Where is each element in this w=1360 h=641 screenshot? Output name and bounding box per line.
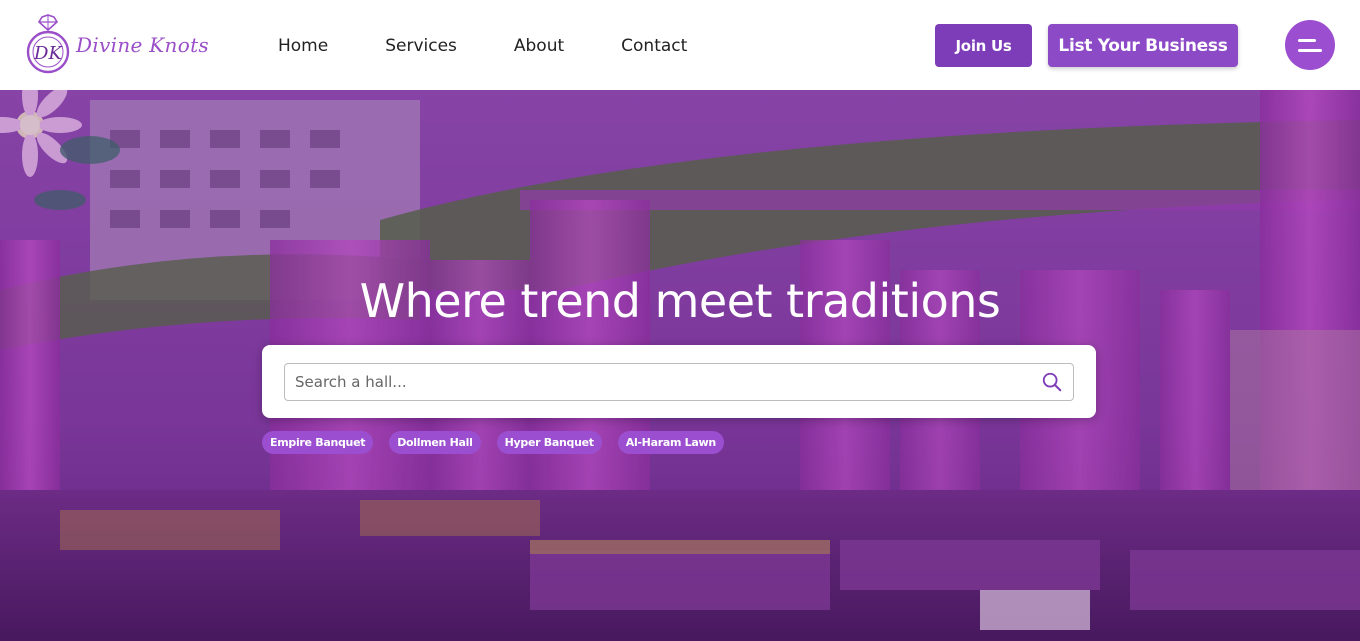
tag-empire-banquet[interactable]: Empire Banquet <box>262 431 374 454</box>
top-navbar: DK Divine Knots Home Services About Cont… <box>0 0 1360 90</box>
menu-line <box>1298 48 1322 52</box>
popular-halls-tags: Empire Banquet Dollmen Hall Hyper Banque… <box>262 431 740 454</box>
search-card <box>262 345 1096 418</box>
list-business-button[interactable]: List Your Business <box>1048 24 1238 67</box>
search-input[interactable] <box>285 364 1025 400</box>
nav-services[interactable]: Services <box>385 36 457 56</box>
search-box <box>284 363 1074 401</box>
nav-contact[interactable]: Contact <box>621 36 687 56</box>
join-us-button[interactable]: Join Us <box>935 24 1032 67</box>
nav-home[interactable]: Home <box>278 36 328 56</box>
hero-headline: Where trend meet traditions <box>359 274 1001 328</box>
menu-icon[interactable] <box>1285 20 1335 70</box>
main-nav: Home Services About Contact <box>278 36 687 56</box>
brand-name: Divine Knots <box>76 33 209 57</box>
diamond-ring-icon: DK <box>26 14 70 74</box>
tag-al-haram-lawn[interactable]: Al-Haram Lawn <box>617 431 724 454</box>
hero-section: Where trend meet traditions Empire Banqu… <box>0 90 1360 641</box>
tag-hyper-banquet[interactable]: Hyper Banquet <box>496 431 602 454</box>
tag-dollmen-hall[interactable]: Dollmen Hall <box>389 431 481 454</box>
search-icon[interactable] <box>1041 371 1063 393</box>
nav-about[interactable]: About <box>514 36 564 56</box>
menu-line <box>1298 38 1316 42</box>
svg-text:DK: DK <box>33 43 63 64</box>
brand-logo[interactable]: DK Divine Knots <box>22 14 209 76</box>
